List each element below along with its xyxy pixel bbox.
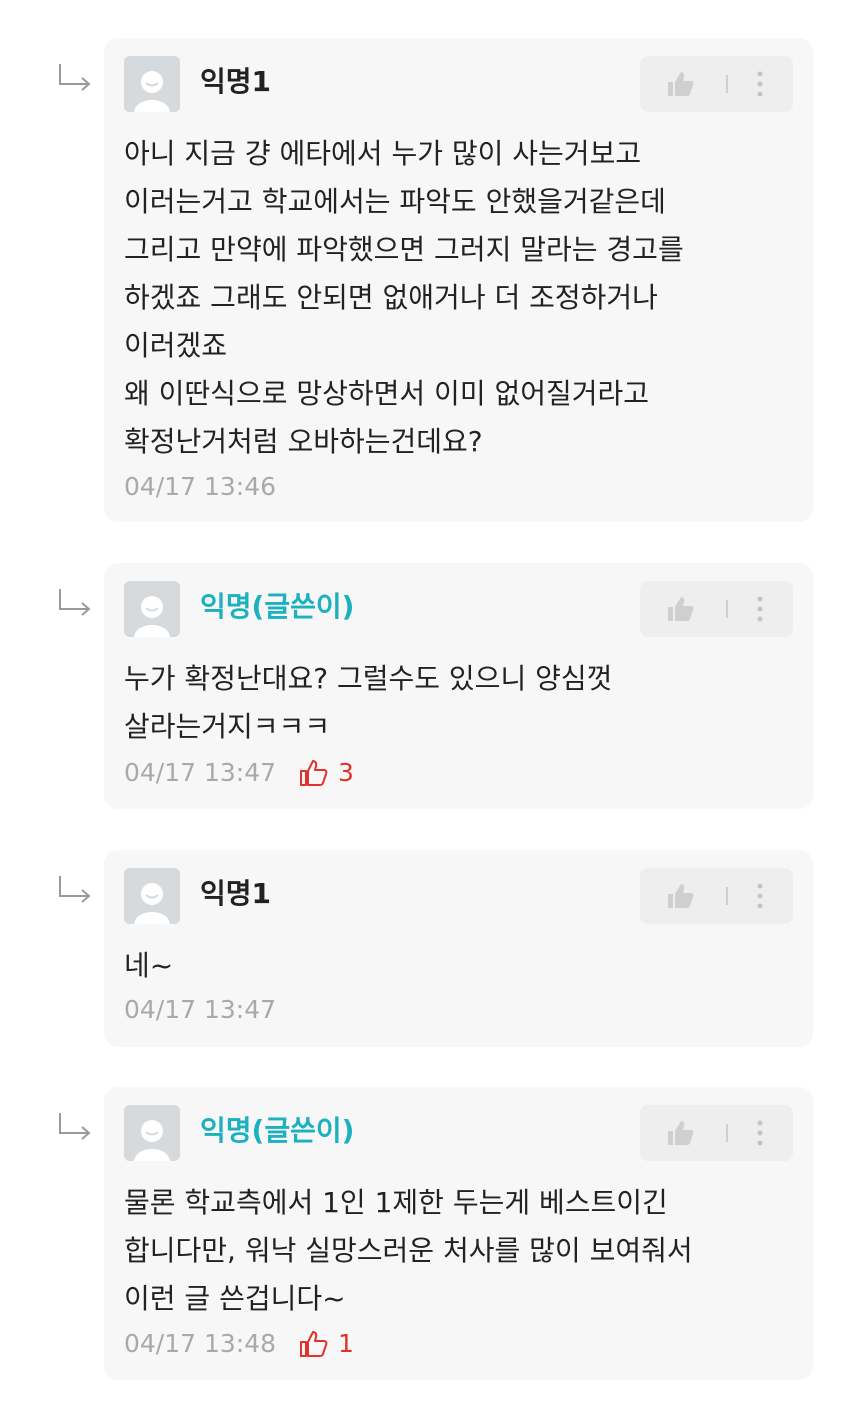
more-vertical-icon[interactable] — [754, 1117, 766, 1149]
comment-timestamp: 04/17 13:48 — [124, 1329, 277, 1358]
comment-card: 익명1 네~ 04/17 13:47 — [104, 850, 813, 1047]
action-divider — [726, 600, 728, 618]
vote-number: 3 — [338, 758, 354, 787]
thumbs-up-icon[interactable] — [664, 68, 696, 100]
reply-arrow-icon — [59, 589, 91, 616]
vote-count: 3 — [298, 753, 354, 793]
comment-text: 누가 확정난대요? 그럴수도 있으니 양심껏 살라는거지ㅋㅋㅋ — [124, 662, 613, 743]
vote-thumbs-up-icon — [300, 760, 328, 786]
comment-author[interactable]: 익명(글쓴이) — [200, 1111, 354, 1151]
vote-thumbs-up-icon — [300, 1331, 328, 1357]
thumbs-up-icon[interactable] — [664, 880, 696, 912]
reply-arrow-icon — [59, 64, 91, 91]
avatar[interactable] — [124, 581, 180, 637]
comment-card: 익명(글쓴이) 물론 학교측에서 1인 1제한 두는게 베스트이긴 합니다만, … — [104, 1087, 813, 1380]
avatar[interactable] — [124, 1105, 180, 1161]
vote-count: 1 — [298, 1324, 354, 1364]
action-divider — [726, 75, 728, 93]
comment-meta: 04/17 13:47 3 — [124, 753, 354, 793]
default-avatar-icon — [124, 1105, 180, 1161]
comment-meta: 04/17 13:47 — [124, 990, 276, 1030]
comment-timestamp: 04/17 13:46 — [124, 472, 277, 501]
avatar[interactable] — [124, 868, 180, 924]
comment-meta: 04/17 13:48 1 — [124, 1324, 354, 1364]
comment-author[interactable]: 익명1 — [200, 874, 271, 914]
reply-arrow-icon — [59, 1113, 91, 1140]
action-divider — [726, 1124, 728, 1142]
default-avatar-icon — [124, 581, 180, 637]
default-avatar-icon — [124, 868, 180, 924]
comment-author[interactable]: 익명1 — [200, 62, 271, 102]
vote-number: 1 — [338, 1329, 354, 1358]
reply-arrow-icon — [59, 876, 91, 903]
thumbs-up-icon[interactable] — [664, 593, 696, 625]
more-vertical-icon[interactable] — [754, 593, 766, 625]
comment-text: 네~ — [124, 949, 174, 982]
comment-actions — [640, 868, 793, 924]
comment-timestamp: 04/17 13:47 — [124, 758, 277, 787]
avatar[interactable] — [124, 56, 180, 112]
more-vertical-icon[interactable] — [754, 880, 766, 912]
thumbs-up-icon[interactable] — [664, 1117, 696, 1149]
comment-actions — [640, 56, 793, 112]
comment-author[interactable]: 익명(글쓴이) — [200, 587, 354, 627]
comment-actions — [640, 1105, 793, 1161]
comment-card: 익명1 아니 지금 걍 에타에서 누가 많이 사는거보고 이러는거고 학교에서는… — [104, 38, 813, 522]
comment-timestamp: 04/17 13:47 — [124, 995, 277, 1024]
comment-card: 익명(글쓴이) 누가 확정난대요? 그럴수도 있으니 양심껏 살라는거지ㅋㅋㅋ … — [104, 563, 813, 809]
default-avatar-icon — [124, 56, 180, 112]
comment-meta: 04/17 13:46 — [124, 467, 276, 507]
more-vertical-icon[interactable] — [754, 68, 766, 100]
action-divider — [726, 887, 728, 905]
comment-text: 물론 학교측에서 1인 1제한 두는게 베스트이긴 합니다만, 워낙 실망스러운… — [124, 1186, 693, 1315]
comment-actions — [640, 581, 793, 637]
comment-text: 아니 지금 걍 에타에서 누가 많이 사는거보고 이러는거고 학교에서는 파악도… — [124, 137, 684, 458]
